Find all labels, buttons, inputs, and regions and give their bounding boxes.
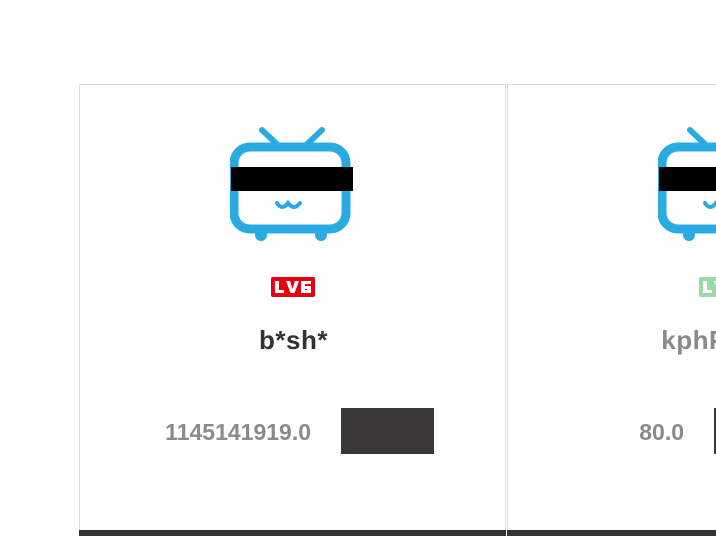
action-button[interactable] [341, 408, 434, 454]
score-value: 1145141919.0 [165, 419, 311, 445]
user-card-list: b*sh* 1145141919.0 kphPXbw 80.0 [0, 0, 716, 554]
card-bottom-bar [79, 530, 506, 536]
censor-bar [659, 167, 716, 191]
username: b*sh* [259, 325, 328, 355]
username: kphPXbw [661, 325, 716, 355]
level-badge-icon [699, 277, 716, 297]
score-value: 80.0 [639, 419, 684, 445]
bilibili-tv-avatar-icon [658, 127, 716, 241]
bilibili-tv-avatar-icon [230, 127, 353, 241]
card-bottom-bar [507, 530, 716, 536]
user-card: b*sh* 1145141919.0 [79, 84, 506, 536]
user-card: kphPXbw 80.0 [507, 84, 716, 536]
level-badge-icon [271, 277, 315, 297]
censor-bar [231, 167, 353, 191]
